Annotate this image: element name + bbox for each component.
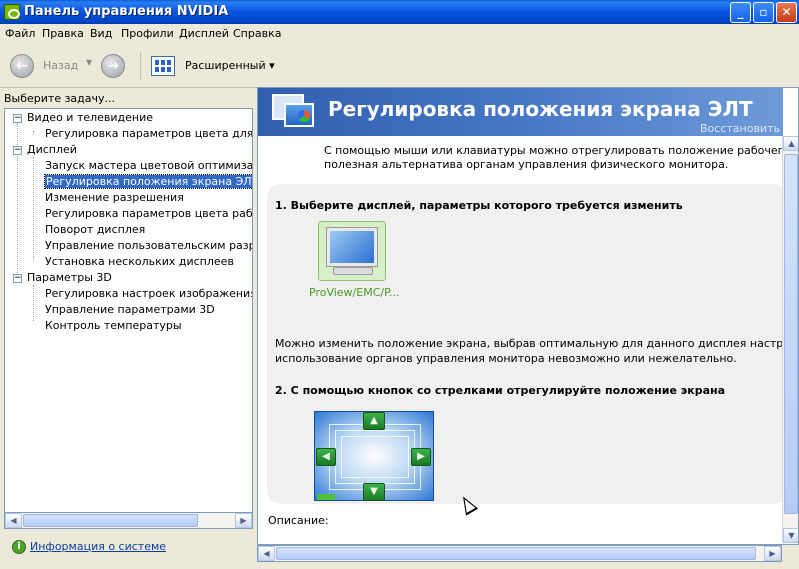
page-banner: Регулировка положения экрана ЭЛТ Восстан… bbox=[258, 88, 783, 136]
window-title: Панель управления NVIDIA bbox=[24, 4, 229, 19]
arrow-left-icon[interactable]: ◀ bbox=[316, 448, 336, 466]
tree-video-color[interactable]: Регулировка параметров цвета для вид bbox=[45, 127, 252, 140]
collapse-display-icon[interactable]: − bbox=[13, 146, 22, 155]
page-title: Регулировка положения экрана ЭЛТ bbox=[328, 97, 753, 121]
arrow-down-icon[interactable]: ▼ bbox=[363, 483, 385, 501]
tree-3d[interactable]: Параметры 3D bbox=[27, 271, 112, 284]
content-horizontal-scrollbar[interactable]: ◀ ▶ bbox=[257, 545, 782, 562]
system-info-link[interactable]: Информация о системе bbox=[30, 540, 166, 553]
tree-3d-manage[interactable]: Управление параметрами 3D bbox=[45, 303, 215, 316]
menu-file[interactable]: Файл bbox=[5, 27, 35, 40]
tree-display-desktop-color[interactable]: Регулировка параметров цвета рабочег bbox=[45, 207, 252, 220]
menu-help[interactable]: Справка bbox=[233, 27, 281, 40]
scroll-left-icon[interactable]: ◀ bbox=[5, 513, 22, 528]
description-label: Описание: bbox=[268, 514, 329, 527]
view-mode-dropdown[interactable]: Расширенный ▾ bbox=[185, 59, 275, 72]
tree-display-crt-position[interactable]: Регулировка положения экрана ЭЛТ bbox=[43, 174, 252, 189]
intro-text: С помощью мыши или клавиатуры можно отре… bbox=[324, 144, 798, 171]
position-control[interactable]: ▲ ▼ ◀ ▶ bbox=[314, 411, 434, 501]
scroll-corner bbox=[782, 545, 799, 562]
collapse-video-icon[interactable]: − bbox=[13, 114, 22, 123]
menu-bar: Файл Правка Вид Профили Дисплей Справка bbox=[0, 24, 799, 44]
tree-3d-temperature[interactable]: Контроль температуры bbox=[45, 319, 182, 332]
collapse-3d-icon[interactable]: − bbox=[13, 274, 22, 283]
content-vertical-scrollbar[interactable]: ▲ ▼ bbox=[782, 136, 798, 544]
scroll-thumb[interactable] bbox=[23, 514, 198, 527]
scroll-thumb[interactable] bbox=[784, 154, 798, 514]
arrow-left-icon: ← bbox=[16, 58, 28, 74]
tree-display[interactable]: Дисплей bbox=[27, 143, 77, 156]
step1-heading: 1. Выберите дисплей, параметры которого … bbox=[275, 199, 683, 212]
close-button[interactable]: ✕ bbox=[776, 2, 797, 23]
tree-3d-image-settings[interactable]: Регулировка настроек изображения с пр bbox=[45, 287, 252, 300]
toolbar: ← Назад ▼ → Расширенный ▾ bbox=[0, 44, 799, 88]
task-tree: − Видео и телевидение Регулировка параме… bbox=[4, 108, 253, 529]
back-label[interactable]: Назад bbox=[43, 59, 78, 72]
tree-line bbox=[33, 285, 34, 321]
left-horizontal-scrollbar[interactable]: ◀ ▶ bbox=[4, 512, 253, 529]
arrow-right-icon[interactable]: ▶ bbox=[411, 448, 431, 466]
scroll-right-icon[interactable]: ▶ bbox=[764, 546, 781, 561]
toolbar-separator bbox=[140, 52, 141, 80]
step2-heading: 2. С помощью кнопок со стрелками отрегул… bbox=[275, 384, 726, 397]
content-pane: Регулировка положения экрана ЭЛТ Восстан… bbox=[257, 87, 799, 545]
tree-line bbox=[33, 131, 34, 135]
scroll-up-icon[interactable]: ▲ bbox=[783, 136, 798, 151]
display-name[interactable]: ProView/EMC/P... bbox=[309, 286, 400, 299]
tree-display-custom-resolution[interactable]: Управление пользовательским разреше bbox=[45, 239, 252, 252]
menu-display[interactable]: Дисплей bbox=[179, 27, 229, 40]
position-description: Можно изменить положение экрана, выбрав … bbox=[275, 337, 799, 365]
title-bar: Панель управления NVIDIA _ ▫ ✕ bbox=[0, 0, 799, 24]
arrow-up-icon[interactable]: ▲ bbox=[363, 412, 385, 430]
tree-video[interactable]: Видео и телевидение bbox=[27, 111, 153, 124]
display-color-icon bbox=[272, 94, 316, 130]
scroll-right-icon[interactable]: ▶ bbox=[235, 513, 252, 528]
info-icon: i bbox=[12, 540, 26, 554]
back-history-dropdown-icon[interactable]: ▼ bbox=[86, 58, 92, 67]
menu-profiles[interactable]: Профили bbox=[121, 27, 174, 40]
position-indicator bbox=[317, 494, 335, 500]
maximize-button[interactable]: ▫ bbox=[753, 2, 774, 23]
tree-display-rotate[interactable]: Поворот дисплея bbox=[45, 223, 145, 236]
monitor-icon bbox=[326, 227, 378, 267]
arrow-right-icon: → bbox=[107, 58, 119, 74]
menu-view[interactable]: Вид bbox=[90, 27, 112, 40]
task-heading: Выберите задачу... bbox=[4, 92, 116, 105]
tree-display-wizard[interactable]: Запуск мастера цветовой оптимизации bbox=[45, 159, 252, 172]
menu-edit[interactable]: Правка bbox=[42, 27, 84, 40]
tree-line bbox=[33, 157, 34, 261]
grid-view-icon[interactable] bbox=[151, 56, 175, 76]
back-button[interactable]: ← bbox=[10, 54, 34, 78]
tree-display-multiple[interactable]: Установка нескольких дисплеев bbox=[45, 255, 234, 268]
restore-link[interactable]: Восстановить bbox=[700, 122, 780, 135]
display-tile[interactable] bbox=[318, 221, 386, 281]
nvidia-logo-icon bbox=[4, 4, 20, 20]
scroll-down-icon[interactable]: ▼ bbox=[783, 528, 798, 543]
forward-button[interactable]: → bbox=[101, 54, 125, 78]
scroll-thumb[interactable] bbox=[276, 547, 756, 560]
tree-display-resolution[interactable]: Изменение разрешения bbox=[45, 191, 184, 204]
scroll-left-icon[interactable]: ◀ bbox=[258, 546, 275, 561]
minimize-button[interactable]: _ bbox=[730, 2, 751, 23]
